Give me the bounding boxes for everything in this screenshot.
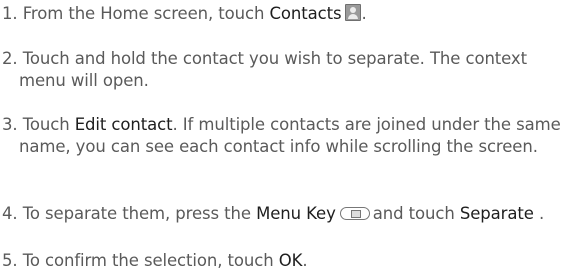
step-number: 5. <box>2 251 18 270</box>
step-text-end: . <box>361 4 367 23</box>
step-text-mid: and touch <box>372 204 455 223</box>
contacts-label: Contacts <box>269 4 342 23</box>
step-text-end: . <box>302 251 308 270</box>
step-number: 4. <box>2 204 18 223</box>
edit-contact-label: Edit contact <box>74 115 173 134</box>
contacts-icon <box>345 4 362 21</box>
step-number: 2. <box>2 49 18 68</box>
ok-label: OK <box>278 251 303 270</box>
step-text: Touch and hold the contact you wish to s… <box>19 49 527 90</box>
step-text: From the Home screen, touch <box>22 4 265 23</box>
step-text: Touch <box>22 115 70 134</box>
step-1: 1. From the Home screen, touch Contacts. <box>2 3 576 25</box>
step-3: 3. Touch Edit contact. If multiple conta… <box>2 114 576 158</box>
step-number: 3. <box>2 115 18 134</box>
step-text: To confirm the selection, touch <box>22 251 274 270</box>
step-number: 1. <box>2 4 18 23</box>
separate-label: Separate <box>459 204 534 223</box>
step-text: To separate them, press the <box>22 204 251 223</box>
menu-key-icon <box>339 207 370 220</box>
menu-key-label: Menu Key <box>256 204 336 223</box>
step-2: 2. Touch and hold the contact you wish t… <box>2 48 576 92</box>
step-text-end: . <box>538 204 545 223</box>
step-4: 4. To separate them, press the Menu Key a… <box>2 203 576 225</box>
step-5: 5. To confirm the selection, touch OK. <box>2 250 576 272</box>
